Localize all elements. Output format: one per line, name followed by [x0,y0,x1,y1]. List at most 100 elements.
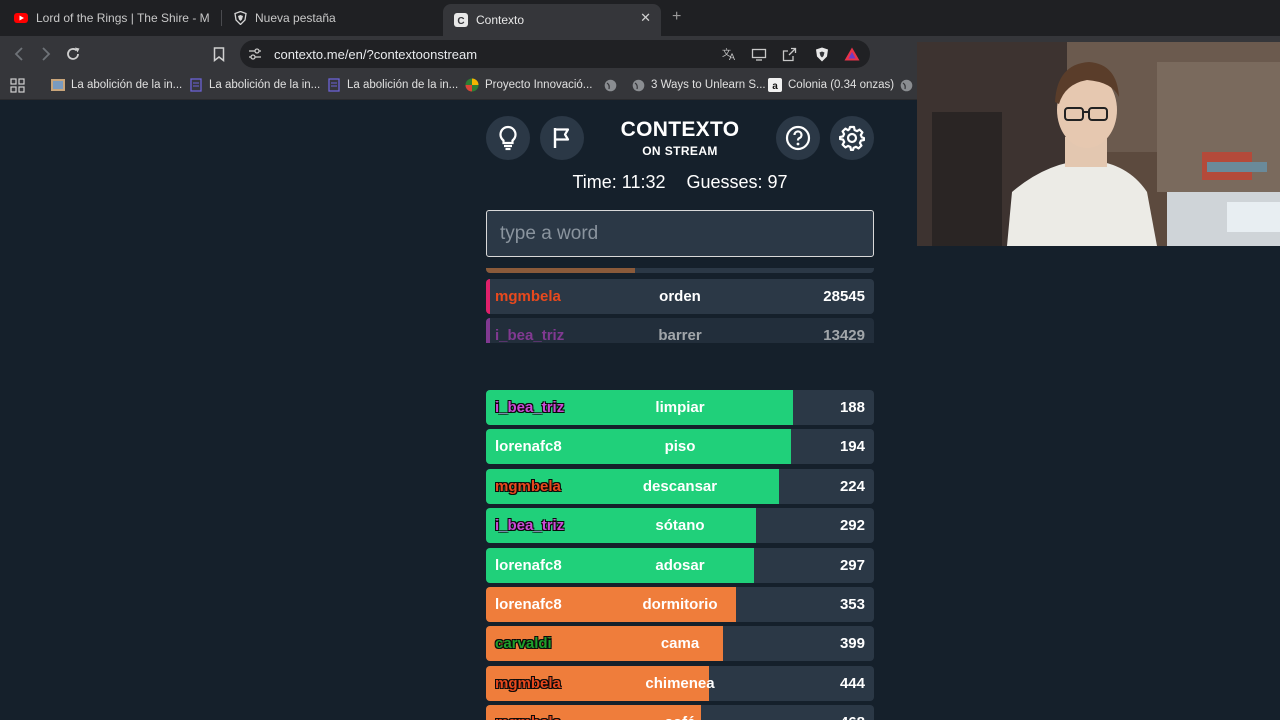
guess-word: orden [659,288,701,305]
ranked-guess-row: i_bea_triz sótano 292 [486,508,874,543]
translate-icon[interactable]: 文A [720,46,738,62]
flag-icon [553,128,570,148]
reload-icon[interactable] [63,44,83,64]
help-question-icon [785,125,811,151]
guess-rank: 188 [839,399,865,416]
guess-word: dormitorio [642,596,718,613]
site-settings-icon[interactable] [248,47,262,66]
ranked-guess-row: lorenafc8 piso 194 [486,429,874,464]
contexto-logo: CONTEXTO ON STREAM [600,118,760,158]
tab-title: Lord of the Rings | The Shire - Music [36,11,210,25]
gear-icon [839,125,865,151]
close-tab-icon[interactable]: ✕ [640,10,651,26]
guess-rank: 444 [839,675,865,692]
timer: Time: 11:32 [572,172,666,192]
bookmark-label: La abolición de la in... [347,79,459,91]
webcam-overlay [917,42,1280,246]
doc-icon [189,78,203,92]
bookmark-icon[interactable] [209,44,229,64]
svg-text:C: C [457,16,464,27]
guess-rank: 468 [840,714,865,720]
tab-title: Nueva pestaña [255,11,336,25]
bookmark-label: Proyecto Innovació... [485,79,593,91]
ranked-guess-row: carvaldi cama 399 [486,626,874,661]
bookmark-label: La abolición de la in... [209,79,321,91]
bookmark-label: Colonia (0.34 onzas) [788,79,895,91]
ranked-guess-row: mgmbela descansar 224 [486,469,874,504]
guess-word: barrer [658,327,702,343]
ranked-guess-row: mgmbela chimenea 444 [486,666,874,701]
bookmark-item[interactable]: a Colonia (0.34 onzas) [768,78,894,92]
bookmark-item[interactable]: La abolición de la in... [327,78,458,92]
youtube-icon [14,11,28,25]
tab-new-tab[interactable]: Nueva pestaña [233,5,423,31]
guess-count: Guesses: 97 [686,172,788,192]
bookmark-item[interactable] [603,78,623,92]
back-arrow-icon[interactable] [9,44,29,64]
settings-button[interactable] [830,116,874,160]
bookmark-item[interactable]: Proyecto Innovació... [465,78,592,92]
guess-rank: 194 [839,438,865,455]
logo-subtitle: ON STREAM [642,144,718,158]
hint-button[interactable] [486,116,530,160]
recent-guess-row-partial [486,268,874,273]
brave-rewards-icon[interactable] [843,46,861,62]
guess-word: descansar [642,478,718,495]
recent-guesses: mgmbela orden 28545 i_bea_triz barrer 13429 [486,268,874,343]
help-button[interactable] [776,116,820,160]
tab-title: Contexto [476,13,525,27]
lightbulb-icon [499,125,517,151]
globe-icon [631,78,645,92]
url-text: contexto.me/en/?contextoonstream [274,47,478,62]
guess-word: sótano [655,517,705,534]
guess-word: cama [660,635,700,652]
doc-icon [327,78,341,92]
bookmark-item[interactable]: 3 Ways to Unlearn S... [631,78,766,92]
contexto-icon: C [454,13,468,27]
tab-separator [221,10,222,26]
guess-rank: 353 [839,596,865,613]
amazon-icon: a [768,78,782,92]
recent-guess-fill [486,268,635,273]
streamer-webcam-image [917,42,1280,246]
bookmark-label: 3 Ways to Unlearn S... [651,79,766,91]
recent-guess-row: i_bea_triz barrer 13429 [486,318,874,343]
guess-rank: 399 [839,635,865,652]
recent-guess-row: mgmbela orden 28545 [486,279,874,314]
cast-icon[interactable] [750,46,768,62]
ranked-guess-row: mgmbelasofá468 [486,705,874,720]
word-input[interactable] [486,210,874,257]
forward-arrow-icon[interactable] [36,44,56,64]
browser-tab-strip: Lord of the Rings | The Shire - Music Nu… [0,0,1280,36]
ranked-guess-row: i_bea_triz limpiar 188 [486,390,874,425]
tab-contexto[interactable]: C Contexto ✕ [443,4,661,36]
guess-rank: 292 [839,517,865,534]
tab-lotr-music[interactable]: Lord of the Rings | The Shire - Music [14,5,210,31]
apps-grid-icon[interactable] [10,78,25,93]
bookmark-item[interactable]: La abolición de la in... [189,78,320,92]
ranked-guess-row: lorenafc8 adosar 297 [486,548,874,583]
globe-icon [899,78,913,92]
ranked-guess-row: lorenafc8 dormitorio 353 [486,587,874,622]
share-icon[interactable] [780,46,798,62]
brave-shields-icon[interactable] [813,46,831,62]
address-bar[interactable]: contexto.me/en/?contextoonstream 文A [240,40,870,68]
guess-rank: 13429 [823,327,865,343]
guess-word: limpiar [655,399,705,416]
guess-rank: 297 [839,557,865,574]
guess-rank: 224 [839,478,865,495]
guess-word: piso [664,438,696,455]
bookmark-item[interactable] [899,78,919,92]
bookmark-item[interactable]: La abolición de la in... [51,78,182,92]
new-tab-plus-icon[interactable]: + [672,8,681,26]
guess-word: adosar [655,557,705,574]
ranked-guess-list: i_bea_triz limpiar 188 lorenafc8 piso 194 mgmb… [486,390,874,720]
guess-word: sofá [486,714,874,720]
guess-rank: 28545 [823,288,865,305]
logo-title: CONTEXTO [620,118,740,141]
give-up-button[interactable] [540,116,584,160]
image-icon [51,78,65,92]
globe-color-icon [465,78,479,92]
globe-icon [603,78,617,92]
svg-text:A: A [729,52,735,61]
